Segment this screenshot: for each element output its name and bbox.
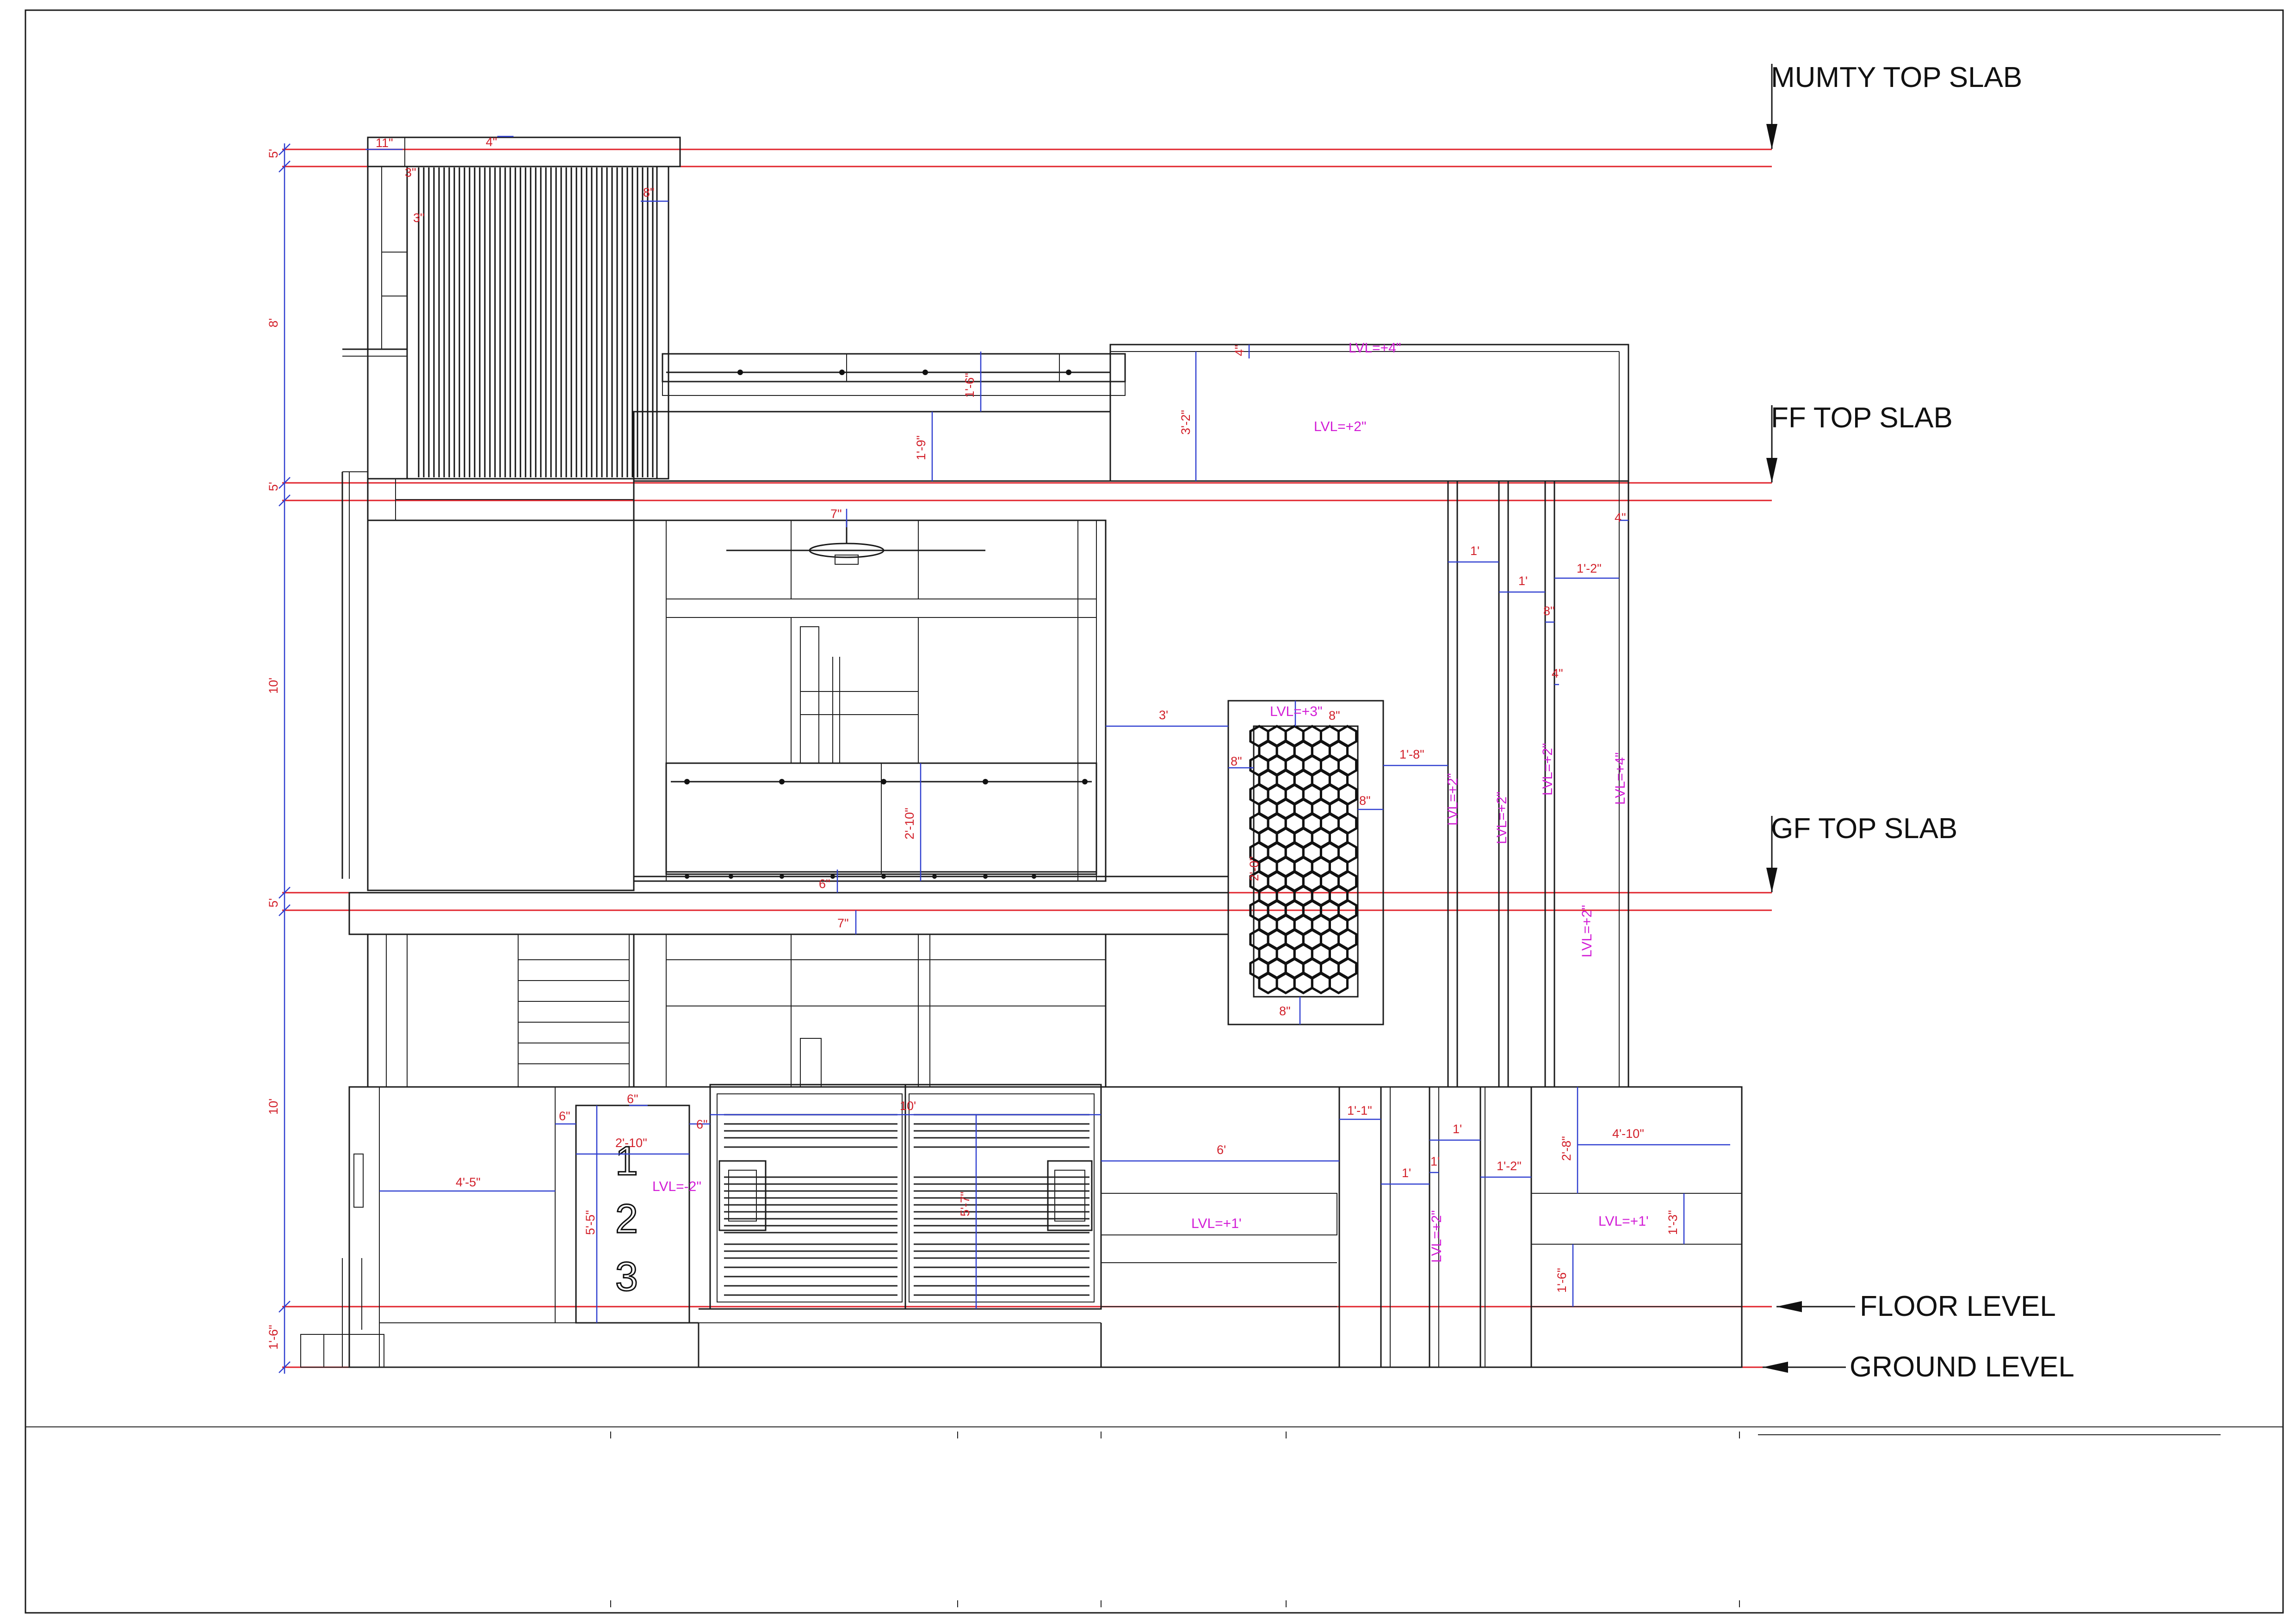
svg-text:10': 10' (900, 1099, 916, 1113)
front-elevation-drawing: MUMTY TOP SLAB FF TOP SLAB GF TOP SLAB F… (25, 9, 2284, 1614)
svg-text:LVL=+2": LVL=+2" (1579, 905, 1595, 957)
svg-text:1'-6": 1'-6" (963, 373, 977, 398)
svg-text:4'-5": 4'-5" (456, 1175, 481, 1189)
vdim-6: 10' (266, 1098, 280, 1115)
svg-text:11": 11" (376, 136, 393, 150)
level-marker-ground: GROUND LEVEL (1763, 1351, 2074, 1383)
svg-text:1': 1' (1453, 1122, 1462, 1136)
svg-text:2'-8": 2'-8" (1560, 1136, 1573, 1161)
level-label-gf: GF TOP SLAB (1771, 813, 1957, 845)
svg-text:8": 8" (643, 185, 655, 199)
svg-text:6": 6" (559, 1109, 570, 1123)
svg-text:6": 6" (696, 1117, 708, 1131)
level-marker-mumty: MUMTY TOP SLAB (1766, 62, 2022, 149)
svg-text:LVL=+1': LVL=+1' (1191, 1216, 1242, 1231)
level-label-mumty: MUMTY TOP SLAB (1771, 62, 2022, 93)
svg-text:5'-7": 5'-7" (958, 1191, 972, 1216)
svg-text:5'-5": 5'-5" (583, 1210, 597, 1235)
svg-text:8": 8" (1279, 1004, 1291, 1018)
jaali-pattern (1249, 725, 1358, 994)
staircase-treads (518, 934, 630, 1087)
level-marker-floor: FLOOR LEVEL (1776, 1290, 2056, 1322)
level-label-ground: GROUND LEVEL (1850, 1351, 2074, 1383)
svg-text:1': 1' (1430, 1154, 1440, 1168)
svg-text:LVL=+1': LVL=+1' (1598, 1214, 1649, 1229)
svg-text:LVL=+4": LVL=+4" (1613, 752, 1628, 805)
railing-posts (684, 779, 1088, 879)
svg-text:4": 4" (1615, 511, 1626, 525)
svg-text:1'-2": 1'-2" (1497, 1159, 1522, 1173)
svg-text:1'-6": 1'-6" (1555, 1268, 1569, 1293)
step-number-2: 2 (615, 1196, 638, 1241)
svg-text:8": 8" (1359, 794, 1371, 808)
svg-text:LVL=+2": LVL=+2" (1540, 743, 1555, 796)
svg-text:LVL=+2": LVL=+2" (1494, 791, 1510, 844)
vdim-1: 5' (266, 149, 280, 158)
svg-text:8": 8" (1329, 709, 1340, 722)
svg-text:3'-2": 3'-2" (1179, 410, 1193, 435)
svg-text:1'-3": 1'-3" (1666, 1210, 1680, 1235)
ceiling-fan-icon (726, 520, 985, 565)
svg-text:1'-2": 1'-2" (1577, 562, 1602, 575)
svg-text:LVL=-2": LVL=-2" (652, 1179, 701, 1194)
svg-text:LVL=+4": LVL=+4" (1349, 340, 1401, 356)
svg-text:6": 6" (627, 1092, 638, 1106)
dimension-lines (365, 136, 1730, 1323)
step-number-3: 3 (615, 1253, 638, 1299)
svg-text:8": 8" (1543, 604, 1555, 618)
main-gate (709, 1084, 1102, 1310)
level-markers: MUMTY TOP SLAB FF TOP SLAB GF TOP SLAB F… (1763, 62, 2074, 1383)
level-label-floor: FLOOR LEVEL (1860, 1290, 2056, 1322)
svg-text:LVL=+2": LVL=+2" (1429, 1210, 1444, 1263)
building-elevation: 1 2 3 (300, 136, 1743, 1368)
svg-text:1'-1": 1'-1" (1347, 1104, 1372, 1117)
vdim-7: 1'-6" (266, 1325, 280, 1350)
level-marker-ff: FF TOP SLAB (1766, 402, 1953, 483)
svg-text:2'-10": 2'-10" (903, 808, 916, 839)
svg-text:3': 3' (1159, 708, 1168, 722)
svg-text:4": 4" (1552, 666, 1563, 680)
svg-text:LVL=+3": LVL=+3" (1270, 704, 1323, 719)
level-label-ff: FF TOP SLAB (1771, 402, 1953, 434)
svg-text:1': 1' (1402, 1166, 1411, 1180)
svg-text:1': 1' (1470, 544, 1479, 558)
svg-text:6": 6" (819, 877, 830, 891)
title-block-ticks (610, 1432, 2221, 1607)
svg-text:2'-10": 2'-10" (615, 1136, 647, 1150)
svg-text:3": 3" (405, 166, 416, 179)
svg-text:2'-0": 2'-0" (1247, 856, 1261, 881)
svg-text:3": 3" (413, 211, 425, 225)
mumty-louvers (418, 167, 654, 477)
svg-text:4": 4" (1232, 345, 1246, 356)
svg-text:4": 4" (486, 135, 497, 149)
vertical-dimension-chain: 5' 8' 5' 10' 5' 10' 1'-6" (266, 143, 291, 1374)
level-marker-gf: GF TOP SLAB (1766, 813, 1957, 893)
svg-text:4'-10": 4'-10" (1612, 1127, 1644, 1141)
vdim-4: 10' (266, 678, 280, 694)
svg-text:7": 7" (837, 916, 849, 930)
svg-text:6': 6' (1217, 1143, 1226, 1157)
vdim-5: 5' (266, 898, 280, 907)
svg-text:8": 8" (1231, 754, 1242, 768)
svg-text:LVL=+2": LVL=+2" (1445, 773, 1461, 826)
vdim-2: 8' (266, 318, 280, 327)
svg-text:1': 1' (1518, 574, 1528, 588)
svg-text:LVL=+2": LVL=+2" (1314, 419, 1367, 434)
svg-text:1'-8": 1'-8" (1399, 747, 1424, 761)
vdim-3: 5' (266, 482, 280, 491)
svg-text:1'-9": 1'-9" (914, 435, 928, 460)
svg-text:7": 7" (830, 507, 842, 521)
